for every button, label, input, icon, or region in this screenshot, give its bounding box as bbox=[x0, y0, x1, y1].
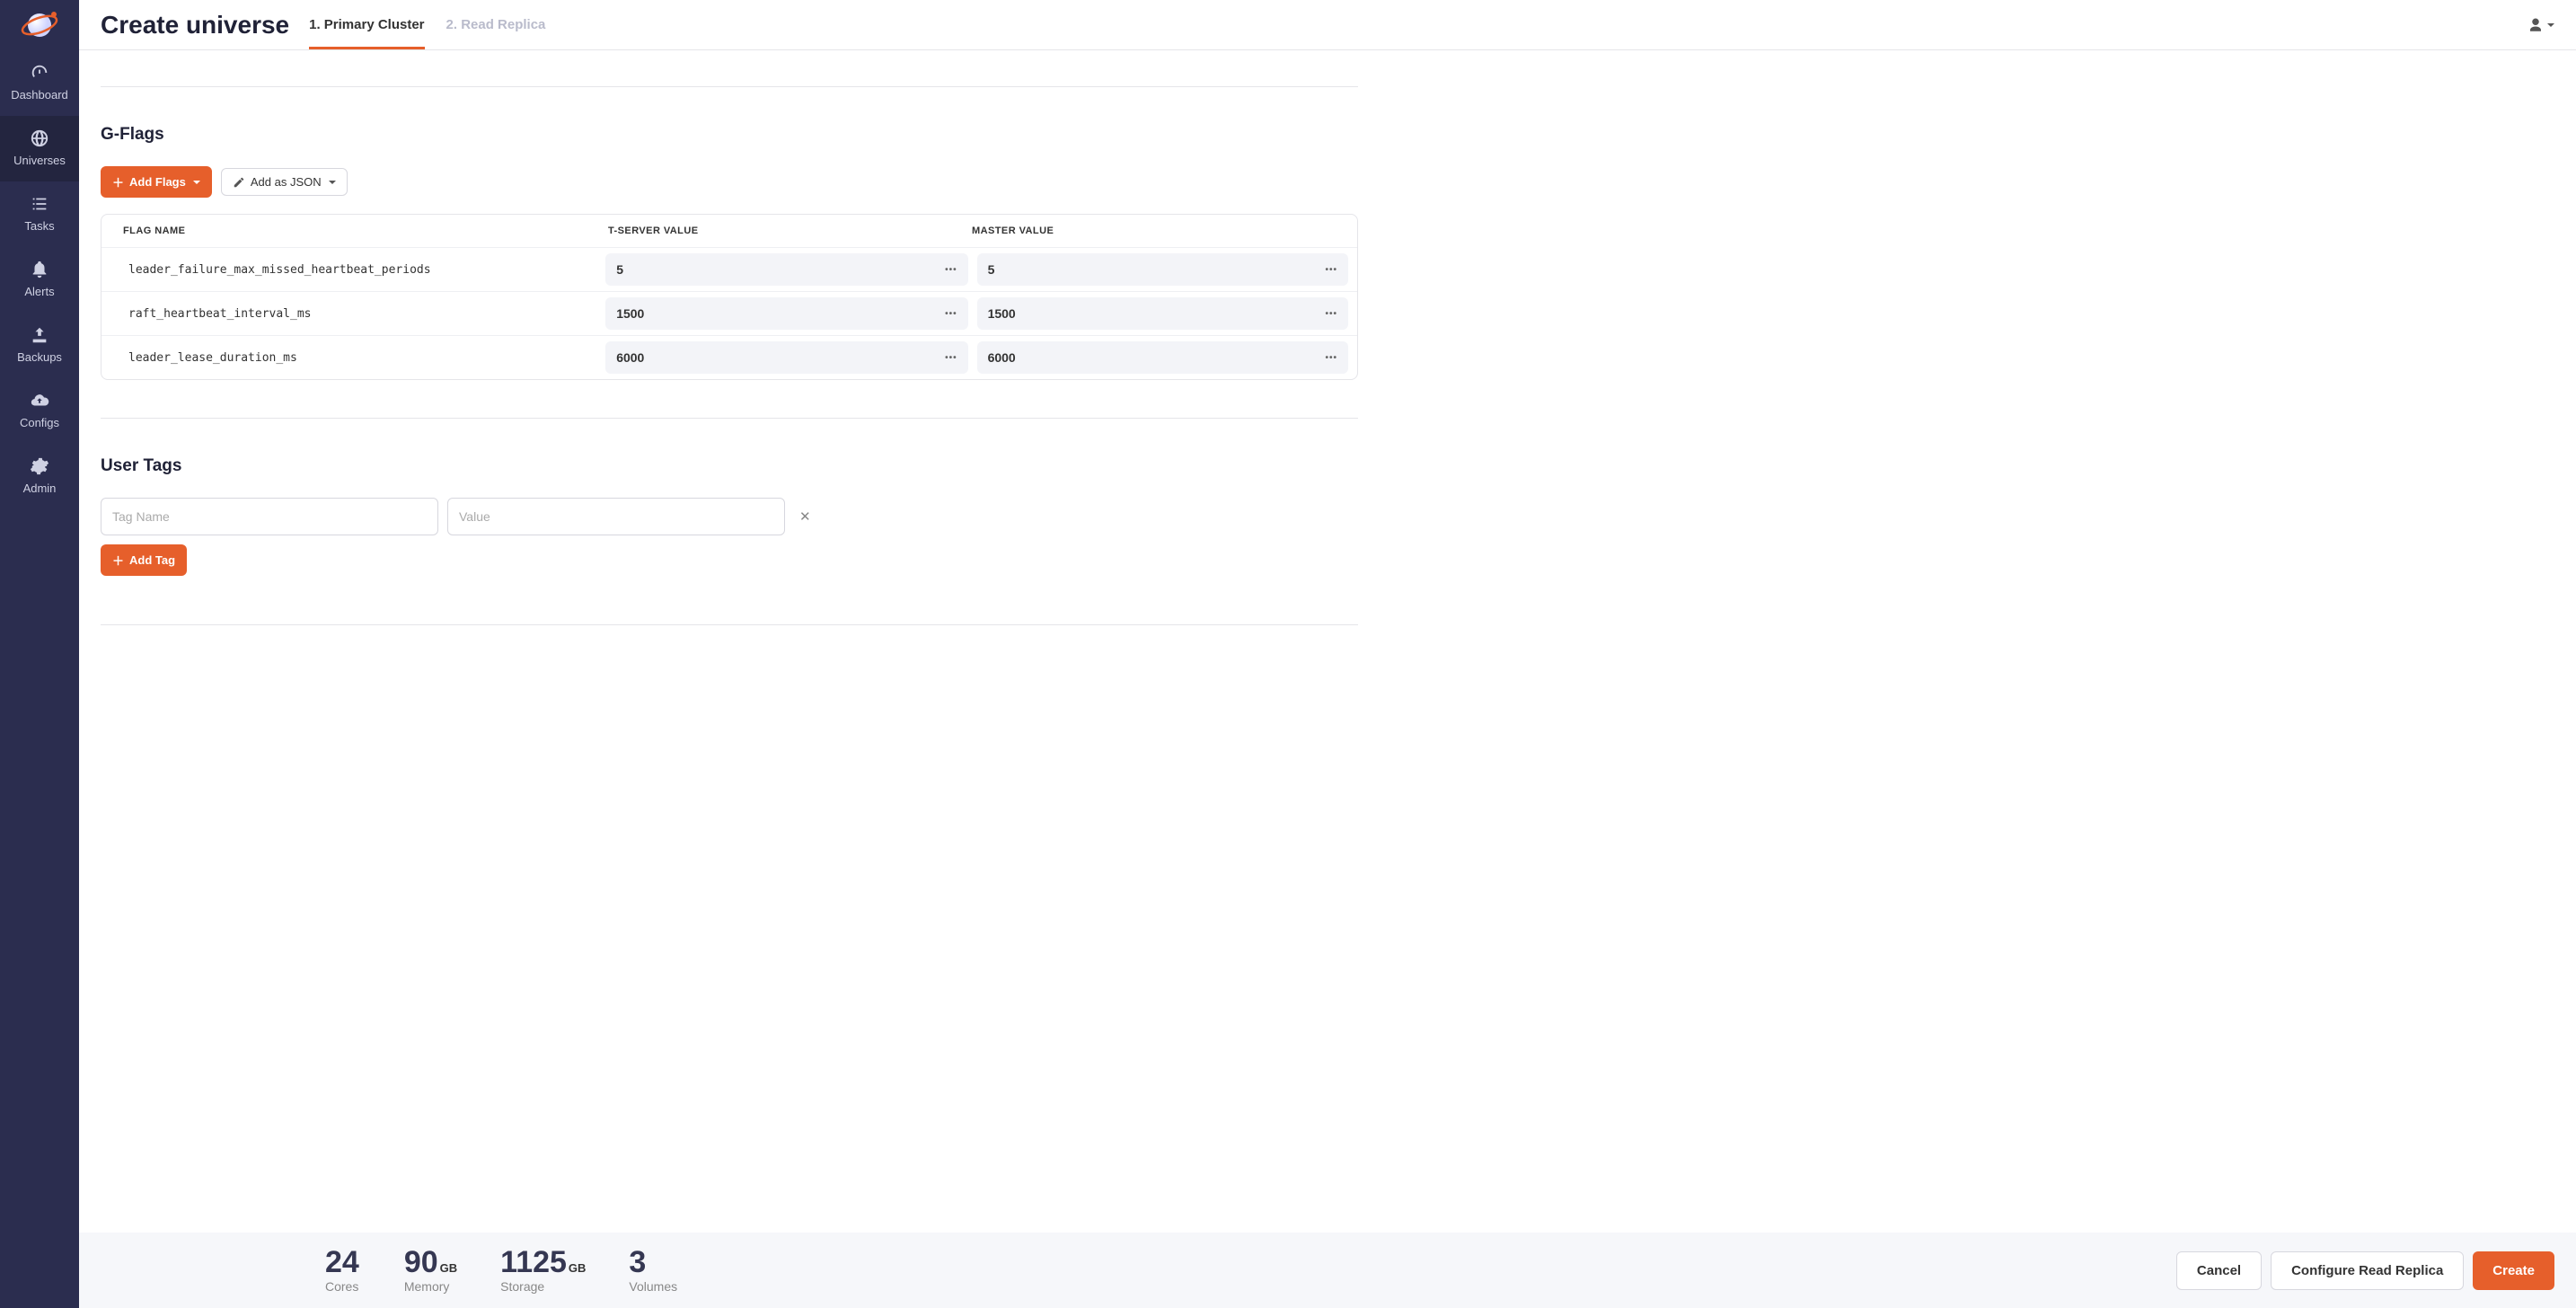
cancel-button[interactable]: Cancel bbox=[2176, 1251, 2262, 1290]
stat-label: Volumes bbox=[629, 1279, 677, 1294]
backup-icon bbox=[29, 325, 50, 345]
page-title: Create universe bbox=[101, 11, 289, 40]
stat-cores: 24 Cores bbox=[325, 1247, 361, 1294]
remove-tag-button[interactable]: ✕ bbox=[794, 508, 816, 525]
cell-value: 6000 bbox=[616, 350, 644, 365]
cell-value: 5 bbox=[616, 262, 623, 277]
divider bbox=[101, 624, 1358, 625]
stat-num: 90 bbox=[404, 1245, 438, 1279]
master-value-cell[interactable]: 6000 ••• bbox=[977, 341, 1348, 374]
stat-storage: 1125GB Storage bbox=[500, 1247, 586, 1294]
divider bbox=[101, 86, 1358, 87]
stat-label: Storage bbox=[500, 1279, 586, 1294]
list-icon bbox=[29, 194, 50, 214]
configure-read-replica-button[interactable]: Configure Read Replica bbox=[2271, 1251, 2464, 1290]
tag-value-input[interactable] bbox=[447, 498, 785, 535]
column-header-name: FLAG NAME bbox=[123, 225, 608, 236]
table-row: leader_lease_duration_ms 6000 ••• 6000 •… bbox=[101, 335, 1357, 379]
user-tags-section-title: User Tags bbox=[101, 456, 1358, 476]
user-icon bbox=[2527, 17, 2544, 33]
stat-num: 1125 bbox=[500, 1245, 567, 1279]
button-label: Add as JSON bbox=[251, 175, 322, 189]
sidebar-item-label: Admin bbox=[23, 482, 57, 495]
sidebar-item-backups[interactable]: Backups bbox=[0, 313, 79, 378]
sidebar-item-label: Configs bbox=[20, 416, 59, 429]
stat-unit: GB bbox=[569, 1261, 587, 1275]
flag-name: raft_heartbeat_interval_ms bbox=[110, 307, 605, 321]
stat-num: 3 bbox=[629, 1245, 646, 1279]
more-icon[interactable]: ••• bbox=[945, 309, 957, 319]
more-icon[interactable]: ••• bbox=[1325, 309, 1337, 319]
sidebar-item-tasks[interactable]: Tasks bbox=[0, 181, 79, 247]
cell-value: 6000 bbox=[988, 350, 1016, 365]
stat-label: Cores bbox=[325, 1279, 361, 1294]
sidebar-item-label: Backups bbox=[17, 350, 62, 364]
flag-name: leader_failure_max_missed_heartbeat_peri… bbox=[110, 263, 605, 277]
topbar: Create universe 1. Primary Cluster 2. Re… bbox=[79, 0, 2576, 50]
sidebar-item-admin[interactable]: Admin bbox=[0, 444, 79, 509]
tab-primary-cluster[interactable]: 1. Primary Cluster bbox=[309, 1, 424, 49]
plus-icon: ＋ bbox=[112, 173, 124, 190]
footer: 24 Cores 90GB Memory 1125GB Storage 3 Vo… bbox=[79, 1233, 2576, 1308]
divider bbox=[101, 418, 1358, 419]
sidebar: Dashboard Universes Tasks Alerts Backups… bbox=[0, 0, 79, 1308]
gear-icon bbox=[29, 456, 50, 476]
master-value-cell[interactable]: 1500 ••• bbox=[977, 297, 1348, 330]
sidebar-item-alerts[interactable]: Alerts bbox=[0, 247, 79, 313]
stat-unit: GB bbox=[440, 1261, 458, 1275]
stat-label: Memory bbox=[404, 1279, 457, 1294]
globe-icon bbox=[29, 128, 50, 148]
add-as-json-button[interactable]: Add as JSON bbox=[221, 168, 348, 196]
sidebar-item-label: Alerts bbox=[24, 285, 54, 298]
sidebar-item-label: Universes bbox=[13, 154, 66, 167]
more-icon[interactable]: ••• bbox=[945, 265, 957, 275]
table-row: raft_heartbeat_interval_ms 1500 ••• 1500… bbox=[101, 291, 1357, 335]
chevron-down-icon bbox=[2547, 23, 2554, 27]
cell-value: 5 bbox=[988, 262, 995, 277]
tserver-value-cell[interactable]: 1500 ••• bbox=[605, 297, 967, 330]
tab-read-replica[interactable]: 2. Read Replica bbox=[446, 1, 546, 49]
sidebar-item-label: Tasks bbox=[24, 219, 54, 233]
sidebar-item-universes[interactable]: Universes bbox=[0, 116, 79, 181]
more-icon[interactable]: ••• bbox=[945, 353, 957, 363]
column-header-master: MASTER VALUE bbox=[972, 225, 1336, 236]
stat-volumes: 3 Volumes bbox=[629, 1247, 677, 1294]
tag-name-input[interactable] bbox=[101, 498, 438, 535]
tag-row: ✕ bbox=[101, 498, 1358, 535]
plus-icon: ＋ bbox=[112, 552, 124, 569]
bell-icon bbox=[29, 260, 50, 279]
chevron-down-icon bbox=[329, 181, 336, 184]
cell-value: 1500 bbox=[988, 306, 1016, 321]
tserver-value-cell[interactable]: 6000 ••• bbox=[605, 341, 967, 374]
create-button[interactable]: Create bbox=[2473, 1251, 2554, 1290]
button-label: Add Tag bbox=[129, 553, 175, 567]
app-logo bbox=[0, 0, 79, 50]
sidebar-item-label: Dashboard bbox=[11, 88, 68, 102]
table-row: leader_failure_max_missed_heartbeat_peri… bbox=[101, 247, 1357, 291]
add-flags-button[interactable]: ＋ Add Flags bbox=[101, 166, 212, 198]
button-label: Add Flags bbox=[129, 175, 186, 189]
stat-num: 24 bbox=[325, 1245, 359, 1279]
column-header-tserver: T-SERVER VALUE bbox=[608, 225, 972, 236]
user-menu[interactable] bbox=[2527, 17, 2554, 33]
flag-name: leader_lease_duration_ms bbox=[110, 351, 605, 365]
dashboard-icon bbox=[29, 63, 50, 83]
cloud-icon bbox=[29, 391, 50, 411]
edit-icon bbox=[233, 176, 245, 189]
master-value-cell[interactable]: 5 ••• bbox=[977, 253, 1348, 286]
sidebar-item-configs[interactable]: Configs bbox=[0, 378, 79, 444]
more-icon[interactable]: ••• bbox=[1325, 265, 1337, 275]
sidebar-item-dashboard[interactable]: Dashboard bbox=[0, 50, 79, 116]
cell-value: 1500 bbox=[616, 306, 644, 321]
stat-memory: 90GB Memory bbox=[404, 1247, 457, 1294]
gflags-table: FLAG NAME T-SERVER VALUE MASTER VALUE le… bbox=[101, 214, 1358, 380]
chevron-down-icon bbox=[193, 181, 200, 184]
add-tag-button[interactable]: ＋ Add Tag bbox=[101, 544, 187, 576]
more-icon[interactable]: ••• bbox=[1325, 353, 1337, 363]
tserver-value-cell[interactable]: 5 ••• bbox=[605, 253, 967, 286]
gflags-section-title: G-Flags bbox=[101, 125, 1358, 145]
